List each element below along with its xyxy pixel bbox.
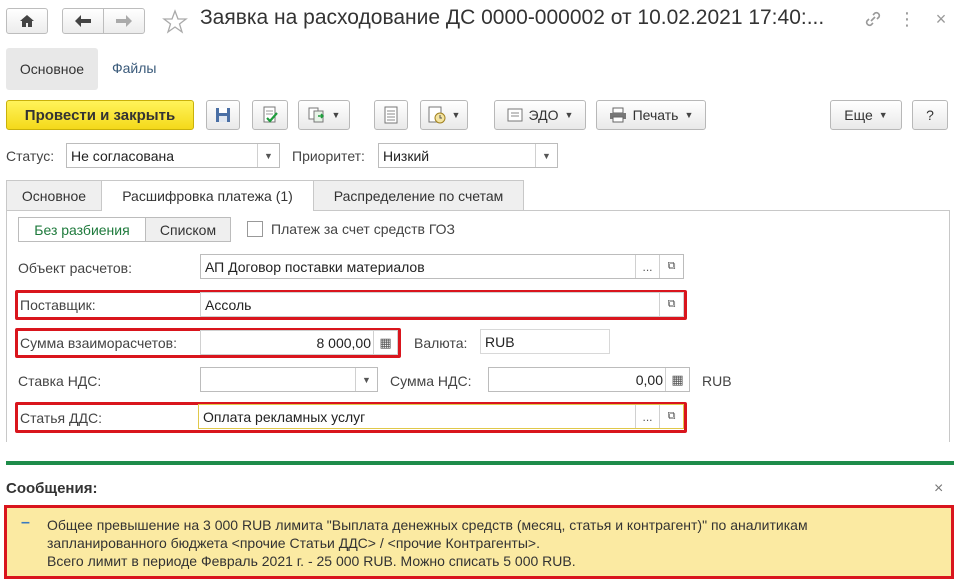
- floppy-disk-icon: [216, 108, 230, 122]
- message-line-1: Общее превышение на 3 000 RUB лимита "Вы…: [47, 517, 808, 533]
- chevron-down-icon: ▼: [878, 110, 888, 120]
- vat-rate-label: Ставка НДС:: [18, 373, 102, 389]
- vat-rate-select[interactable]: ▼: [200, 367, 378, 392]
- create-based-on-icon: [308, 107, 324, 123]
- list-toggle[interactable]: Списком: [145, 217, 231, 242]
- home-icon: [20, 15, 34, 27]
- messages-header: Сообщения:: [6, 480, 98, 497]
- supplier-field[interactable]: Ассоль ⧉: [200, 292, 684, 317]
- post-button[interactable]: [252, 100, 288, 130]
- forward-button[interactable]: [103, 8, 145, 34]
- calculator-icon[interactable]: ▦: [373, 331, 397, 354]
- open-icon[interactable]: ⧉: [659, 255, 683, 278]
- back-button[interactable]: [62, 8, 104, 34]
- nav-main[interactable]: Основное: [6, 48, 98, 90]
- document-journal-button[interactable]: [374, 100, 408, 130]
- no-split-toggle[interactable]: Без разбиения: [18, 217, 146, 242]
- goz-checkbox[interactable]: [247, 221, 263, 237]
- edo-button[interactable]: ЭДО ▼: [494, 100, 586, 130]
- more-icon[interactable]: ⋮: [898, 10, 916, 28]
- chevron-down-icon[interactable]: ▼: [257, 144, 279, 167]
- currency-field[interactable]: RUB: [480, 329, 610, 354]
- nav-files[interactable]: Файлы: [112, 60, 156, 76]
- messages-separator: [6, 461, 954, 465]
- home-button[interactable]: [6, 8, 48, 34]
- message-panel: – Общее превышение на 3 000 RUB лимита "…: [4, 505, 954, 579]
- favorite-star-icon[interactable]: [162, 9, 188, 38]
- report-clock-icon: [428, 106, 446, 124]
- print-button[interactable]: Печать ▼: [596, 100, 706, 130]
- close-icon[interactable]: ×: [932, 9, 950, 29]
- currency-label: Валюта:: [414, 335, 468, 351]
- arrow-left-icon: [75, 15, 91, 27]
- dds-label: Статья ДДС:: [20, 410, 102, 426]
- object-value: АП Договор поставки материалов: [205, 259, 425, 275]
- currency-value: RUB: [485, 334, 515, 350]
- priority-value: Низкий: [383, 148, 430, 164]
- create-based-on-button[interactable]: ▼: [298, 100, 350, 130]
- open-icon[interactable]: ⧉: [659, 405, 683, 428]
- post-document-icon: [263, 106, 278, 123]
- chevron-down-icon: ▼: [331, 110, 341, 120]
- tab-main[interactable]: Основное: [6, 180, 102, 210]
- object-field[interactable]: АП Договор поставки материалов ... ⧉: [200, 254, 684, 279]
- chevron-down-icon: ▼: [684, 110, 694, 120]
- list-document-icon: [384, 106, 398, 124]
- vat-sum-label: Сумма НДС:: [390, 373, 472, 389]
- supplier-label: Поставщик:: [20, 297, 96, 313]
- dds-field[interactable]: Оплата рекламных услуг ... ⧉: [198, 404, 684, 429]
- edo-envelope-icon: [507, 108, 523, 122]
- ellipsis-icon[interactable]: ...: [635, 255, 659, 278]
- goz-checkbox-label[interactable]: Платеж за счет средств ГОЗ: [271, 221, 455, 237]
- chevron-down-icon[interactable]: ▼: [355, 368, 377, 391]
- save-button[interactable]: [206, 100, 240, 130]
- window-title: Заявка на расходование ДС 0000-000002 от…: [200, 6, 825, 29]
- chevron-down-icon: ▼: [451, 110, 461, 120]
- amount-label: Сумма взаиморасчетов:: [20, 335, 177, 351]
- ellipsis-icon[interactable]: ...: [635, 405, 659, 428]
- print-label: Печать: [632, 107, 679, 123]
- priority-label: Приоритет:: [292, 148, 365, 164]
- tab-account-distribution[interactable]: Распределение по счетам: [313, 180, 524, 210]
- edo-label: ЭДО: [528, 107, 559, 123]
- status-value: Не согласована: [71, 148, 175, 164]
- status-select[interactable]: Не согласована ▼: [66, 143, 280, 168]
- reports-button[interactable]: ▼: [420, 100, 468, 130]
- link-icon[interactable]: [864, 10, 882, 28]
- open-icon[interactable]: ⧉: [659, 293, 683, 316]
- more-label: Еще: [844, 107, 873, 123]
- close-messages-icon[interactable]: ×: [934, 480, 943, 498]
- message-line-2: запланированного бюджета <прочие Статьи …: [47, 535, 540, 551]
- calculator-icon[interactable]: ▦: [665, 368, 689, 391]
- vat-sum-value: 0,00: [635, 372, 663, 388]
- supplier-value: Ассоль: [205, 297, 252, 313]
- dds-value: Оплата рекламных услуг: [203, 409, 366, 425]
- chevron-down-icon: ▼: [564, 110, 574, 120]
- message-bullet: –: [21, 514, 30, 531]
- priority-select[interactable]: Низкий ▼: [378, 143, 558, 168]
- arrow-right-icon: [116, 15, 132, 27]
- help-button[interactable]: ?: [912, 100, 948, 130]
- object-label: Объект расчетов:: [18, 260, 132, 276]
- post-and-close-button[interactable]: Провести и закрыть: [6, 100, 194, 130]
- more-button[interactable]: Еще ▼: [830, 100, 902, 130]
- vat-currency: RUB: [702, 373, 732, 389]
- tab-payment-details[interactable]: Расшифровка платежа (1): [101, 180, 314, 211]
- message-line-3: Всего лимит в периоде Февраль 2021 г. - …: [47, 553, 576, 569]
- amount-value: 8 000,00: [316, 335, 372, 351]
- vat-sum-field[interactable]: 0,00 ▦: [488, 367, 690, 392]
- chevron-down-icon[interactable]: ▼: [535, 144, 557, 167]
- status-label: Статус:: [6, 148, 55, 164]
- amount-field[interactable]: 8 000,00 ▦: [200, 330, 398, 355]
- printer-icon: [609, 107, 626, 123]
